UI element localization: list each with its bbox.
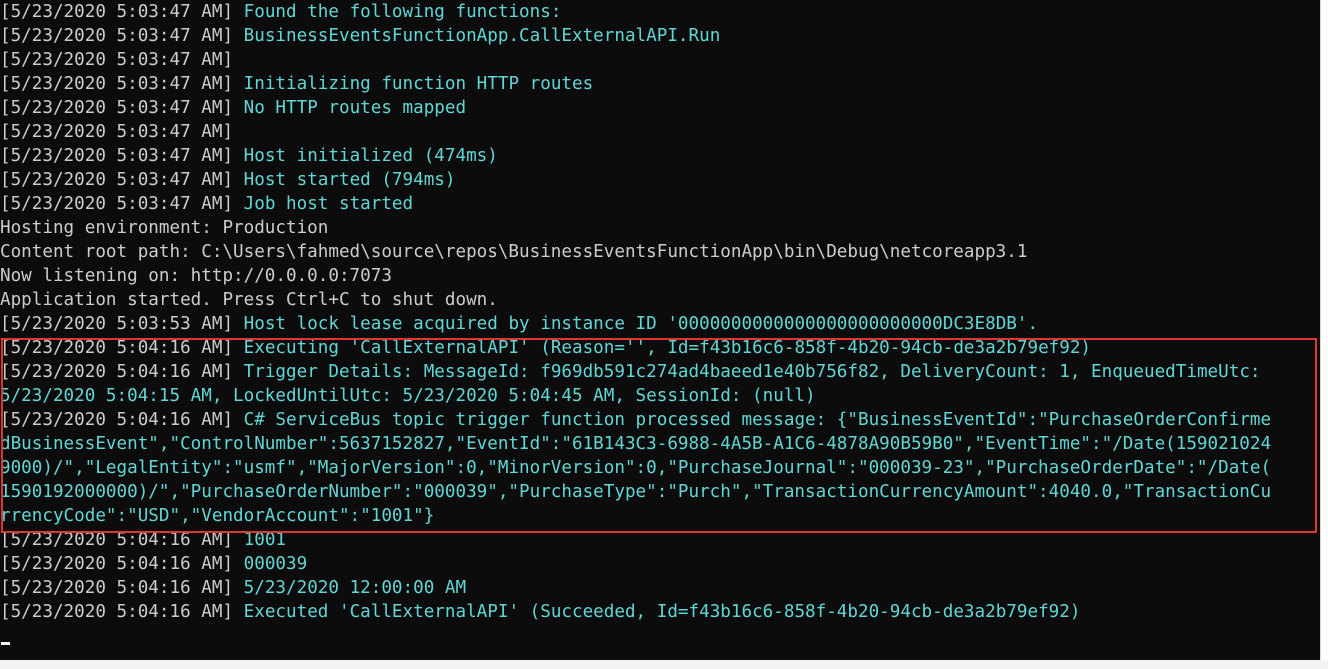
log-message: 5/23/2020 5:04:15 AM, LockedUntilUtc: 5/… <box>0 386 816 406</box>
log-line: [5/23/2020 5:03:47 AM] No HTTP routes ma… <box>0 96 466 120</box>
log-plain-text: Content root path: C:\Users\fahmed\sourc… <box>0 242 1028 262</box>
log-timestamp: [5/23/2020 5:04:16 AM] <box>0 410 234 430</box>
log-line: [5/23/2020 5:04:16 AM] 1001 <box>0 528 286 552</box>
log-message: 1590192000000)/","PurchaseOrderNumber":"… <box>0 482 1272 502</box>
log-message: No HTTP routes mapped <box>233 98 467 118</box>
log-timestamp: [5/23/2020 5:03:47 AM] <box>0 98 234 118</box>
window-right-edge <box>1320 0 1328 669</box>
log-line: [5/23/2020 5:03:47 AM] Host started (794… <box>0 168 456 192</box>
log-message: 1001 <box>233 530 287 550</box>
log-message: Initializing function HTTP routes <box>233 74 594 94</box>
log-line: Now listening on: http://0.0.0.0:7073 <box>0 264 392 288</box>
log-timestamp: [5/23/2020 5:03:47 AM] <box>0 146 234 166</box>
log-line: [5/23/2020 5:03:47 AM] <box>0 120 233 144</box>
log-line: Content root path: C:\Users\fahmed\sourc… <box>0 240 1027 264</box>
log-timestamp: [5/23/2020 5:03:47 AM] <box>0 2 234 22</box>
log-line: 9000)/","LegalEntity":"usmf","MajorVersi… <box>0 456 1271 480</box>
window-bottom-edge <box>0 660 1328 669</box>
log-line: 5/23/2020 5:04:15 AM, LockedUntilUtc: 5/… <box>0 384 816 408</box>
log-line: Hosting environment: Production <box>0 216 328 240</box>
log-timestamp: [5/23/2020 5:03:47 AM] <box>0 170 234 190</box>
log-line: [5/23/2020 5:04:16 AM] Executed 'CallExt… <box>0 600 1080 624</box>
log-message: Executed 'CallExternalAPI' (Succeeded, I… <box>233 602 1081 622</box>
log-line: [5/23/2020 5:03:47 AM] Initializing func… <box>0 72 593 96</box>
log-line: [5/23/2020 5:04:16 AM] C# ServiceBus top… <box>0 408 1271 432</box>
log-timestamp: [5/23/2020 5:03:47 AM] <box>0 26 234 46</box>
log-message: Host lock lease acquired by instance ID … <box>233 314 1039 334</box>
log-line: [5/23/2020 5:03:47 AM] BusinessEventsFun… <box>0 24 720 48</box>
console-window[interactable]: [5/23/2020 5:03:47 AM] Found the followi… <box>0 0 1320 660</box>
log-line: [5/23/2020 5:04:16 AM] 000039 <box>0 552 307 576</box>
text-cursor <box>1 642 10 645</box>
log-line: [5/23/2020 5:03:47 AM] Host initialized … <box>0 144 498 168</box>
log-timestamp: [5/23/2020 5:04:16 AM] <box>0 530 234 550</box>
log-message: Found the following functions: <box>233 2 562 22</box>
log-line: dBusinessEvent","ControlNumber":56371528… <box>0 432 1271 456</box>
log-message: Host started (794ms) <box>233 170 456 190</box>
log-timestamp: [5/23/2020 5:04:16 AM] <box>0 602 234 622</box>
log-message: Job host started <box>233 194 414 214</box>
log-timestamp: [5/23/2020 5:04:16 AM] <box>0 362 234 382</box>
log-timestamp: [5/23/2020 5:03:47 AM] <box>0 194 234 214</box>
log-message: dBusinessEvent","ControlNumber":56371528… <box>0 434 1272 454</box>
log-message: 9000)/","LegalEntity":"usmf","MajorVersi… <box>0 458 1272 478</box>
log-line: rrencyCode":"USD","VendorAccount":"1001"… <box>0 504 434 528</box>
log-message: Trigger Details: MessageId: f969db591c27… <box>233 362 1261 382</box>
log-line: [5/23/2020 5:04:16 AM] Executing 'CallEx… <box>0 336 1091 360</box>
log-line: Application started. Press Ctrl+C to shu… <box>0 288 498 312</box>
log-line: 1590192000000)/","PurchaseOrderNumber":"… <box>0 480 1271 504</box>
log-message: C# ServiceBus topic trigger function pro… <box>233 410 1272 430</box>
log-line: [5/23/2020 5:04:16 AM] Trigger Details: … <box>0 360 1261 384</box>
log-timestamp: [5/23/2020 5:04:16 AM] <box>0 338 234 358</box>
log-plain-text: Application started. Press Ctrl+C to shu… <box>0 290 498 310</box>
log-timestamp: [5/23/2020 5:03:47 AM] <box>0 122 234 142</box>
log-message: Host initialized (474ms) <box>233 146 498 166</box>
log-line: [5/23/2020 5:03:47 AM] Found the followi… <box>0 0 561 24</box>
log-message: 000039 <box>233 554 308 574</box>
log-timestamp: [5/23/2020 5:04:16 AM] <box>0 578 234 598</box>
log-plain-text: Hosting environment: Production <box>0 218 329 238</box>
log-message: BusinessEventsFunctionApp.CallExternalAP… <box>233 26 721 46</box>
log-timestamp: [5/23/2020 5:03:47 AM] <box>0 50 234 70</box>
log-line: [5/23/2020 5:03:53 AM] Host lock lease a… <box>0 312 1038 336</box>
log-timestamp: [5/23/2020 5:03:53 AM] <box>0 314 234 334</box>
log-message: rrencyCode":"USD","VendorAccount":"1001"… <box>0 506 435 526</box>
log-message: Executing 'CallExternalAPI' (Reason='', … <box>233 338 1092 358</box>
log-plain-text: Now listening on: http://0.0.0.0:7073 <box>0 266 392 286</box>
log-timestamp: [5/23/2020 5:03:47 AM] <box>0 74 234 94</box>
log-message: 5/23/2020 12:00:00 AM <box>233 578 467 598</box>
log-line: [5/23/2020 5:03:47 AM] <box>0 48 233 72</box>
log-line: [5/23/2020 5:03:47 AM] Job host started <box>0 192 413 216</box>
log-line: [5/23/2020 5:04:16 AM] 5/23/2020 12:00:0… <box>0 576 466 600</box>
log-timestamp: [5/23/2020 5:04:16 AM] <box>0 554 234 574</box>
